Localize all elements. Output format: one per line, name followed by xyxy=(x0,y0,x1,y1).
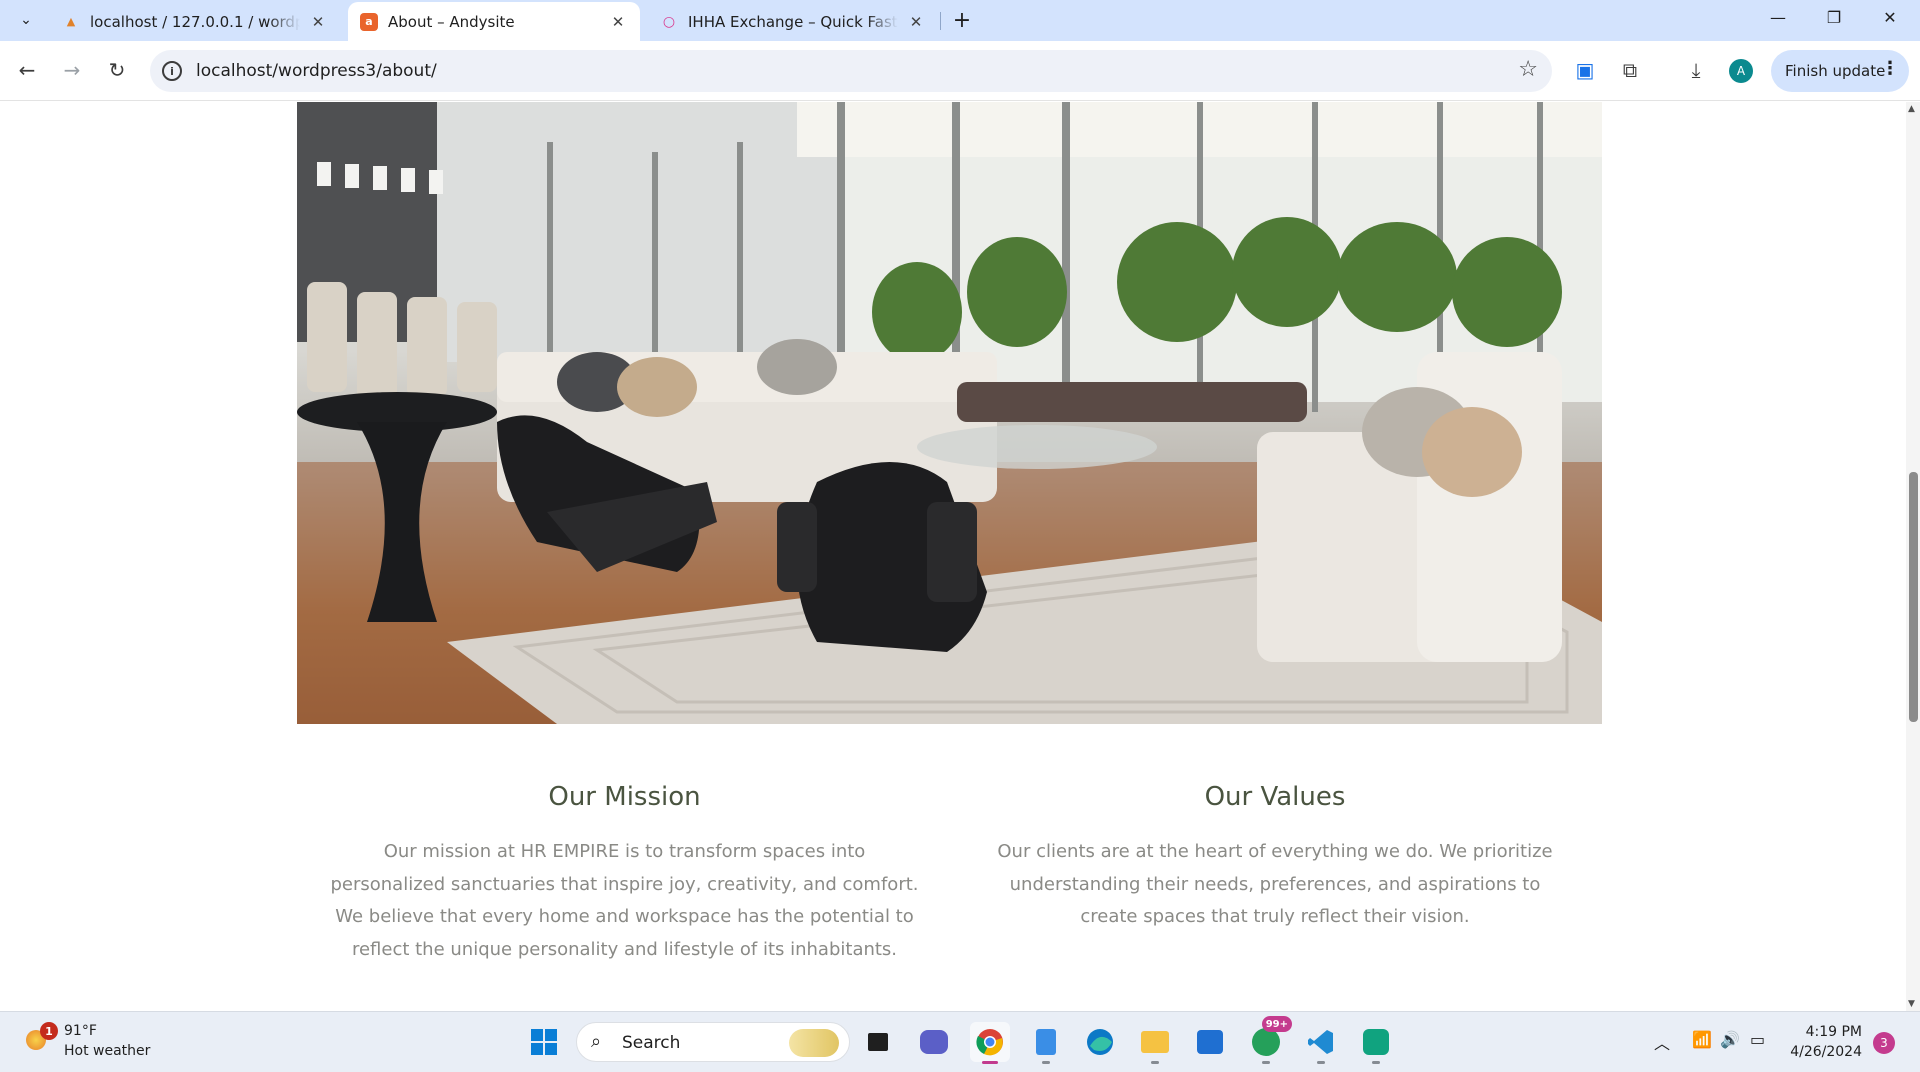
clock-date: 4/26/2024 xyxy=(1790,1044,1862,1060)
start-button[interactable] xyxy=(524,1022,564,1062)
microsoft-store-app[interactable] xyxy=(1190,1022,1230,1062)
close-tab-icon[interactable]: ✕ xyxy=(906,12,926,32)
running-indicator xyxy=(1317,1061,1325,1064)
store-icon xyxy=(1197,1030,1223,1054)
weather-condition: Hot weather xyxy=(64,1043,151,1059)
edge-app[interactable] xyxy=(1080,1022,1120,1062)
address-url[interactable]: localhost/wordpress3/about/ xyxy=(196,61,437,81)
tab-separator xyxy=(940,12,941,30)
translate-extension-icon[interactable]: ▣ xyxy=(1568,53,1602,87)
tab-phpmyadmin[interactable]: ▲ localhost / 127.0.0.1 / wordpress ✕ xyxy=(50,2,340,41)
edge-icon xyxy=(1087,1029,1113,1055)
extensions-puzzle-icon[interactable]: ⧉ xyxy=(1613,53,1647,87)
vscode-app[interactable] xyxy=(1301,1022,1341,1064)
hero-image xyxy=(297,102,1602,724)
weather-widget[interactable]: 1 91°F Hot weather xyxy=(22,1020,182,1064)
whatsapp-app[interactable]: 99+ xyxy=(1246,1016,1292,1064)
notification-count-badge[interactable]: 3 xyxy=(1873,1032,1895,1054)
mission-section: Our Mission Our mission at HR EMPIRE is … xyxy=(327,782,922,966)
site-icon: a xyxy=(360,12,378,31)
kebab-menu-icon[interactable]: ⋮ xyxy=(1881,58,1899,79)
browser-toolbar: ← → ↻ i localhost/wordpress3/about/ ☆ ▣ … xyxy=(0,41,1920,101)
close-tab-icon[interactable]: ✕ xyxy=(308,12,328,32)
weather-alert-badge: 1 xyxy=(40,1022,58,1040)
bookmark-star-icon[interactable]: ☆ xyxy=(1518,57,1538,82)
new-tab-button[interactable]: + xyxy=(948,6,976,34)
values-section: Our Values Our clients are at the heart … xyxy=(985,782,1565,934)
values-heading: Our Values xyxy=(1204,782,1346,812)
wifi-icon[interactable]: 📶 xyxy=(1692,1030,1712,1049)
tab-title: localhost / 127.0.0.1 / wordpress xyxy=(90,12,300,31)
tab-ihha-exchange[interactable]: ○ IHHA Exchange – Quick Fast and ✕ xyxy=(648,2,938,41)
site-info-icon[interactable]: i xyxy=(162,61,182,81)
system-clock[interactable]: 4:19 PM 4/26/2024 xyxy=(1782,1022,1862,1062)
minimize-button[interactable]: — xyxy=(1750,0,1806,34)
clock-time: 4:19 PM xyxy=(1805,1024,1862,1040)
ring-icon: ○ xyxy=(662,13,676,30)
back-button[interactable]: ← xyxy=(10,53,44,87)
download-icon[interactable]: ⤓ xyxy=(1679,53,1713,87)
windows-taskbar: 1 91°F Hot weather ⌕ Search 99+ ︿ 📶 🔊 ▭ … xyxy=(0,1011,1920,1072)
running-indicator xyxy=(1262,1061,1270,1064)
notepad-app[interactable] xyxy=(1026,1022,1066,1064)
windows-logo-icon xyxy=(531,1029,557,1055)
scroll-down-arrow-icon[interactable]: ▼ xyxy=(1908,999,1915,1009)
chatgpt-app[interactable] xyxy=(1356,1022,1396,1064)
restore-button[interactable]: ❐ xyxy=(1806,0,1862,34)
folder-icon xyxy=(1141,1031,1169,1053)
search-highlight-image xyxy=(789,1029,839,1057)
running-indicator xyxy=(1042,1061,1050,1064)
mission-heading: Our Mission xyxy=(548,782,701,812)
close-window-button[interactable]: ✕ xyxy=(1862,0,1918,34)
file-explorer-app[interactable] xyxy=(1135,1022,1175,1064)
forward-button[interactable]: → xyxy=(55,53,89,87)
task-view-icon xyxy=(868,1033,888,1051)
active-indicator xyxy=(982,1061,998,1064)
finish-update-label: Finish update xyxy=(1785,62,1886,80)
vscode-icon xyxy=(1308,1030,1333,1054)
chrome-icon xyxy=(976,1029,1003,1056)
chatgpt-icon xyxy=(1363,1029,1389,1055)
search-icon: ⌕ xyxy=(591,1031,602,1052)
running-indicator xyxy=(1372,1061,1380,1064)
task-view-button[interactable] xyxy=(858,1022,898,1062)
whatsapp-icon xyxy=(1252,1028,1280,1056)
battery-icon[interactable]: ▭ xyxy=(1750,1030,1765,1049)
show-hidden-icons-chevron-icon[interactable]: ︿ xyxy=(1654,1030,1670,1054)
teams-meet-app[interactable] xyxy=(914,1022,954,1062)
weather-temperature: 91°F xyxy=(64,1023,97,1039)
volume-icon[interactable]: 🔊 xyxy=(1720,1030,1740,1049)
page-scrollbar[interactable]: ▲ ▼ xyxy=(1906,102,1920,1011)
scrollbar-thumb[interactable] xyxy=(1909,472,1918,722)
running-indicator xyxy=(1151,1061,1159,1064)
finish-update-button[interactable]: Finish update ⋮ xyxy=(1771,50,1909,92)
whatsapp-unread-badge: 99+ xyxy=(1261,1016,1292,1032)
address-bar[interactable]: i localhost/wordpress3/about/ ☆ xyxy=(150,50,1552,92)
living-room-illustration xyxy=(297,102,1602,724)
reload-button[interactable]: ↻ xyxy=(100,53,134,87)
tab-title: About – Andysite xyxy=(388,12,515,31)
tab-title: IHHA Exchange – Quick Fast and xyxy=(688,12,898,31)
search-label: Search xyxy=(622,1033,681,1053)
tab-strip: ⌄ ▲ localhost / 127.0.0.1 / wordpress ✕ … xyxy=(0,0,1920,41)
tab-about-andysite[interactable]: a About – Andysite ✕ xyxy=(348,2,640,41)
scroll-up-arrow-icon[interactable]: ▲ xyxy=(1908,104,1915,114)
notepad-icon xyxy=(1036,1029,1056,1055)
page-viewport: Our Mission Our mission at HR EMPIRE is … xyxy=(0,102,1906,1011)
mission-body: Our mission at HR EMPIRE is to transform… xyxy=(330,841,919,960)
taskbar-search[interactable]: ⌕ Search xyxy=(576,1022,850,1062)
tab-search-chevron-icon[interactable]: ⌄ xyxy=(12,6,40,34)
values-body: Our clients are at the heart of everythi… xyxy=(997,841,1553,927)
video-chat-icon xyxy=(920,1030,948,1054)
phpmyadmin-icon: ▲ xyxy=(66,15,76,28)
close-tab-icon[interactable]: ✕ xyxy=(608,12,628,32)
chrome-app[interactable] xyxy=(970,1022,1010,1064)
profile-avatar[interactable]: A xyxy=(1729,59,1753,83)
